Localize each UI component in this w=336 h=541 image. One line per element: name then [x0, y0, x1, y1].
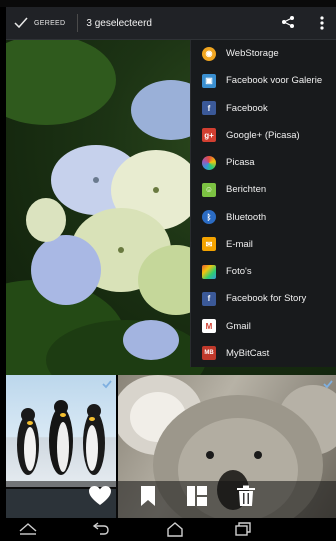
share-item-facebook-gallery[interactable]: ▣ Facebook voor Galerie	[191, 67, 336, 94]
share-item-label: Facebook for Story	[226, 293, 307, 305]
selected-check-icon[interactable]	[323, 379, 333, 389]
gmail-icon: M	[202, 319, 216, 334]
mybitcast-icon: MB	[202, 346, 216, 361]
share-item-photos[interactable]: Foto's	[191, 258, 336, 285]
share-item-messages[interactable]: ☺ Berichten	[191, 176, 336, 203]
bluetooth-icon: ᛒ	[202, 210, 216, 225]
share-item-label: WebStorage	[226, 48, 279, 60]
share-item-gmail[interactable]: M Gmail	[191, 313, 336, 340]
share-item-label: Bluetooth	[226, 211, 267, 223]
webstorage-icon: ◉	[202, 46, 216, 61]
share-item-label: E-mail	[226, 238, 253, 250]
overflow-menu-icon[interactable]	[319, 15, 325, 31]
photos-icon	[202, 264, 216, 279]
checkmark-icon	[14, 17, 28, 29]
share-item-bluetooth[interactable]: ᛒ Bluetooth	[191, 204, 336, 231]
share-item-facebook-story[interactable]: f Facebook for Story	[191, 285, 336, 312]
penguins-image	[17, 400, 105, 475]
share-item-label: Foto's	[226, 266, 252, 278]
picasa-icon	[202, 155, 216, 170]
favorite-heart-icon[interactable]	[88, 485, 112, 507]
share-menu: ◉ WebStorage ▣ Facebook voor Galerie f F…	[190, 40, 336, 367]
back-icon[interactable]	[92, 521, 110, 535]
bookmark-icon[interactable]	[140, 485, 156, 507]
delete-trash-icon[interactable]	[236, 485, 256, 507]
share-icon[interactable]	[281, 15, 295, 29]
home-icon[interactable]	[166, 521, 184, 537]
status-bar	[0, 0, 336, 7]
navigation-bar	[6, 518, 336, 541]
share-item-label: Gmail	[226, 320, 251, 332]
share-item-google-plus[interactable]: g+ Google+ (Picasa)	[191, 122, 336, 149]
share-item-facebook[interactable]: f Facebook	[191, 95, 336, 122]
done-label: GEREED	[34, 19, 66, 27]
share-item-label: Google+ (Picasa)	[226, 129, 300, 141]
share-item-webstorage[interactable]: ◉ WebStorage	[191, 40, 336, 67]
share-item-email[interactable]: ✉ E-mail	[191, 231, 336, 258]
share-item-label: Picasa	[226, 157, 255, 169]
share-item-mybitcast[interactable]: MB MyBitCast	[191, 340, 336, 367]
action-bar-divider	[77, 14, 79, 32]
email-icon: ✉	[202, 237, 216, 252]
messages-icon: ☺	[202, 182, 216, 197]
share-item-picasa[interactable]: Picasa	[191, 149, 336, 176]
selected-check-icon[interactable]	[102, 379, 112, 389]
facebook-story-icon: f	[202, 291, 216, 306]
share-item-label: Facebook voor Galerie	[226, 75, 323, 87]
action-bar: GEREED 3 geselecteerd	[6, 7, 336, 40]
selection-count: 3 geselecteerd	[86, 17, 152, 29]
google-plus-icon: g+	[202, 128, 216, 143]
recent-apps-icon[interactable]	[234, 521, 252, 537]
hide-keyboard-icon[interactable]	[18, 521, 38, 535]
photo-penguins[interactable]	[6, 375, 116, 487]
gallery-icon: ▣	[202, 73, 216, 88]
facebook-icon: f	[202, 101, 216, 116]
selection-action-bar	[6, 481, 336, 518]
share-item-label: MyBitCast	[226, 347, 270, 359]
share-item-label: Facebook	[226, 102, 268, 114]
done-button[interactable]: GEREED	[6, 7, 73, 39]
share-item-label: Berichten	[226, 184, 267, 196]
collage-layout-icon[interactable]	[186, 485, 208, 507]
